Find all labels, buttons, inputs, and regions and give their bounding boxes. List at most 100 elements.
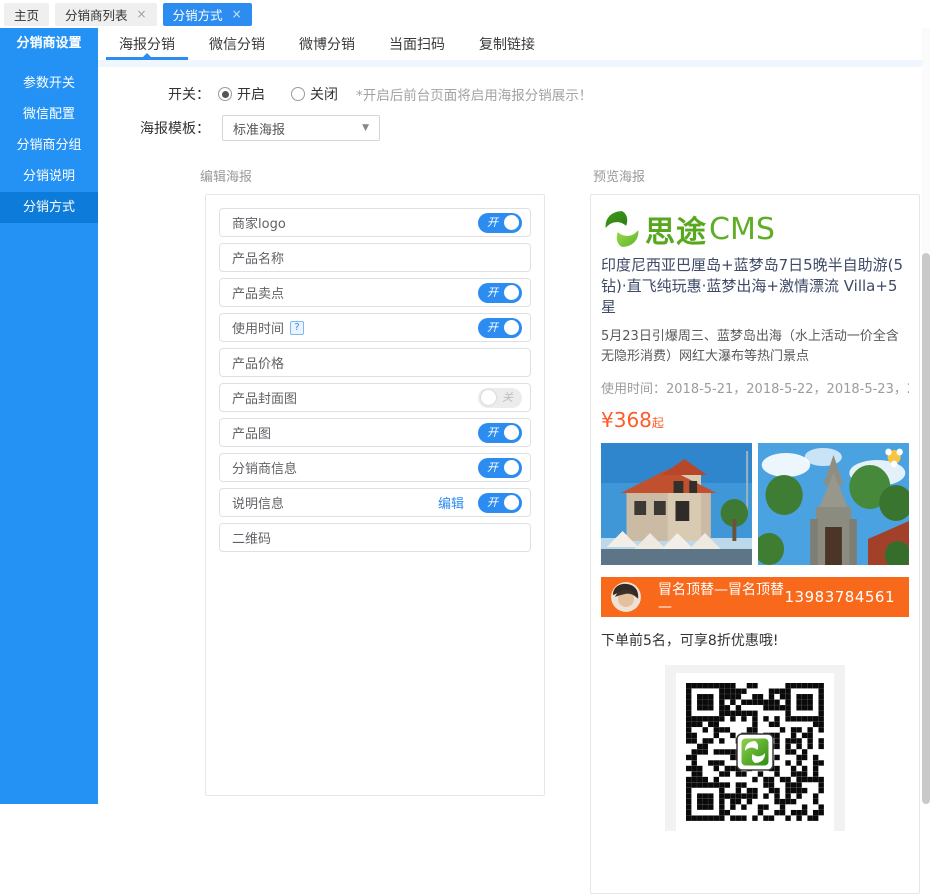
- row-label: 分销商信息: [232, 458, 297, 477]
- qrcode-image: [686, 683, 824, 821]
- sidebar-item-distribution-note[interactable]: 分销说明: [0, 161, 98, 192]
- sidebar-items: 参数开关 微信配置 分销商分组 分销说明 分销方式: [0, 60, 98, 223]
- price-currency: ¥: [601, 408, 614, 432]
- row-label: 产品封面图: [232, 388, 297, 407]
- content-tab-bar: 海报分销 微信分销 微博分销 当面扫码 复制链接: [98, 28, 930, 60]
- sidebar-item-distributor-group[interactable]: 分销商分组: [0, 130, 98, 161]
- tab-wechat-distribution[interactable]: 微信分销: [204, 28, 270, 60]
- sidebar: 分销商设置 参数开关 微信配置 分销商分组 分销说明 分销方式: [0, 28, 98, 804]
- product-title: 印度尼西亚巴厘岛+蓝梦岛7日5晚半自助游(5钻)·直飞纯玩惠·蓝梦出海+激情漂流…: [601, 255, 909, 318]
- toggle-knob: [481, 390, 496, 405]
- main-content: 开关： 开启 关闭 *开启后前台页面将启用海报分销展示！ 海报模板： 标准海报 …: [98, 67, 930, 804]
- product-photos: [601, 443, 909, 565]
- sidebar-item-param-switch[interactable]: 参数开关: [0, 68, 98, 99]
- close-icon[interactable]: ×: [232, 8, 242, 20]
- toggle-knob: [504, 460, 519, 475]
- row-label: 说明信息: [232, 493, 284, 512]
- sidebar-item-distribution-method[interactable]: 分销方式: [0, 192, 98, 223]
- toggle-knob: [504, 495, 519, 510]
- window-tab-home[interactable]: 主页: [4, 3, 49, 26]
- dropdown-caret-icon: ▼: [362, 123, 369, 133]
- row-label: 产品名称: [232, 248, 284, 267]
- row-label: 产品价格: [232, 353, 284, 372]
- qrcode-inner: [676, 673, 834, 831]
- brand-name-cn: 思途: [645, 207, 707, 251]
- editor-panel-title: 编辑海报: [200, 166, 252, 185]
- edit-note-link[interactable]: 编辑: [438, 493, 464, 512]
- distributor-phone: 13983784561: [785, 588, 895, 606]
- product-selling-point: 5月23日引爆周三、蓝梦岛出海（水上活动一价全含无隐形消费）网红大瀑布等热门景点: [601, 327, 909, 367]
- product-use-time: 使用时间：2018-5-21，2018-5-22，2018-5-23，2018-…: [601, 378, 909, 397]
- window-tab-distribution-method[interactable]: 分销方式 ×: [163, 3, 252, 26]
- poster-template-select[interactable]: 标准海报 ▼: [222, 115, 380, 141]
- tab-poster-distribution[interactable]: 海报分销: [114, 28, 180, 60]
- toggle-note-info[interactable]: 开: [478, 493, 522, 513]
- tab-face-scan[interactable]: 当面扫码: [384, 28, 450, 60]
- divider-strip: [98, 60, 930, 67]
- window-tab-bar: 主页 分销商列表 × 分销方式 ×: [0, 0, 930, 28]
- brand-name-en: CMS: [709, 212, 775, 247]
- toggle-use-time[interactable]: 开: [478, 318, 522, 338]
- close-icon[interactable]: ×: [137, 8, 147, 20]
- radio-off[interactable]: 关闭: [291, 84, 338, 104]
- toggle-selling-point[interactable]: 开: [478, 283, 522, 303]
- radio-on-icon: [218, 87, 232, 101]
- radio-off-icon: [291, 87, 305, 101]
- vertical-scrollbar: [922, 28, 930, 804]
- row-label: 使用时间: [232, 318, 284, 337]
- qrcode-block: [665, 665, 845, 831]
- brand-swirl-icon: [601, 208, 643, 250]
- tab-weibo-distribution[interactable]: 微博分销: [294, 28, 360, 60]
- toggle-distributor-info[interactable]: 开: [478, 458, 522, 478]
- scrollbar-thumb[interactable]: [922, 253, 930, 804]
- editor-row-use-time: 使用时间 ? 开: [219, 313, 531, 342]
- switch-row: 开关： 开启 关闭 *开启后前台页面将启用海报分销展示！: [98, 83, 592, 105]
- template-row: 海报模板： 标准海报 ▼: [98, 115, 380, 141]
- editor-row-cover-image: 产品封面图 关: [219, 383, 531, 412]
- toggle-cover-image[interactable]: 关: [478, 388, 522, 408]
- editor-panel: 商家logo 开 产品名称 产品卖点 开 使用时间 ? 开 产品价格 产品封面图…: [205, 194, 545, 796]
- editor-row-product-image: 产品图 开: [219, 418, 531, 447]
- editor-row-product-price: 产品价格: [219, 348, 531, 377]
- editor-row-merchant-logo: 商家logo 开: [219, 208, 531, 237]
- row-label: 二维码: [232, 528, 271, 547]
- distributor-bar: 冒名顶替—冒名顶替— 13983784561: [601, 577, 909, 617]
- switch-label: 开关：: [98, 84, 210, 104]
- price-suffix: 起: [652, 416, 664, 430]
- tab-copy-link[interactable]: 复制链接: [474, 28, 540, 60]
- editor-row-distributor-info: 分销商信息 开: [219, 453, 531, 482]
- toggle-knob: [504, 320, 519, 335]
- product-price: ¥368起: [601, 408, 909, 432]
- window-tab-distributor-list[interactable]: 分销商列表 ×: [55, 3, 157, 26]
- editor-row-note-info: 说明信息 编辑 开: [219, 488, 531, 517]
- photo-temple-gate: [758, 443, 909, 565]
- switch-note: *开启后前台页面将启用海报分销展示！: [356, 84, 592, 104]
- radio-on[interactable]: 开启: [218, 84, 265, 104]
- brand-logo: 思途 CMS: [601, 207, 909, 251]
- editor-row-product-name: 产品名称: [219, 243, 531, 272]
- row-label: 产品图: [232, 423, 271, 442]
- promo-note: 下单前5名，可享8折优惠哦!: [601, 630, 909, 650]
- sidebar-item-wechat-config[interactable]: 微信配置: [0, 99, 98, 130]
- row-label: 产品卖点: [232, 283, 284, 302]
- selected-template: 标准海报: [233, 119, 285, 138]
- preview-panel: 思途 CMS 印度尼西亚巴厘岛+蓝梦岛7日5晚半自助游(5钻)·直飞纯玩惠·蓝梦…: [590, 194, 920, 894]
- toggle-knob: [504, 285, 519, 300]
- toggle-product-image[interactable]: 开: [478, 423, 522, 443]
- preview-panel-title: 预览海报: [593, 166, 645, 185]
- toggle-merchant-logo[interactable]: 开: [478, 213, 522, 233]
- radio-on-label: 开启: [237, 84, 265, 104]
- row-label: 商家logo: [232, 213, 286, 232]
- sidebar-header: 分销商设置: [0, 28, 98, 60]
- template-label: 海报模板：: [98, 118, 210, 138]
- window-tab-label: 主页: [14, 5, 39, 24]
- distributor-name: 冒名顶替—冒名顶替—: [658, 579, 785, 615]
- toggle-knob: [504, 215, 519, 230]
- editor-row-qrcode: 二维码: [219, 523, 531, 552]
- window-tab-label: 分销方式: [173, 5, 223, 24]
- radio-off-label: 关闭: [310, 84, 338, 104]
- price-value: 368: [614, 408, 652, 432]
- help-icon[interactable]: ?: [290, 321, 304, 335]
- window-tab-label: 分销商列表: [65, 5, 128, 24]
- editor-row-selling-point: 产品卖点 开: [219, 278, 531, 307]
